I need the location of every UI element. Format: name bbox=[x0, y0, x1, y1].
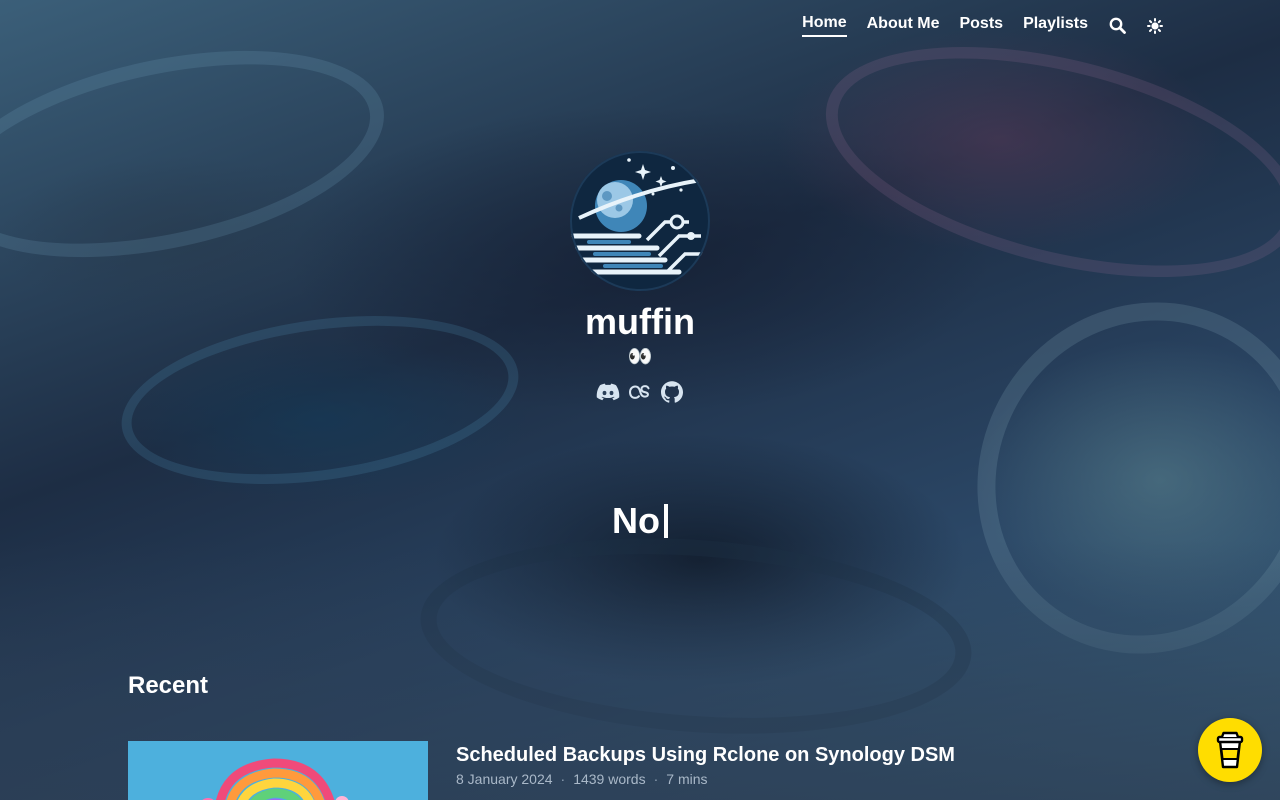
post-card[interactable]: Scheduled Backups Using Rclone on Synolo… bbox=[128, 741, 1152, 800]
nav-posts[interactable]: Posts bbox=[959, 15, 1003, 36]
social-links bbox=[0, 380, 1280, 404]
typed-text: No bbox=[612, 500, 660, 541]
meta-separator: · bbox=[653, 771, 659, 787]
nav-about-me[interactable]: About Me bbox=[867, 15, 940, 36]
profile-section: muffin 👀 bbox=[0, 150, 1280, 404]
recent-heading: Recent bbox=[128, 672, 209, 699]
post-read-time: 7 mins bbox=[666, 771, 708, 787]
theme-toggle-icon[interactable] bbox=[1146, 17, 1164, 35]
site-name: muffin bbox=[585, 301, 695, 342]
post-meta: 8 January 2024 · 1439 words · 7 mins bbox=[456, 771, 708, 787]
nav-playlists[interactable]: Playlists bbox=[1023, 15, 1088, 36]
meta-separator: · bbox=[560, 771, 566, 787]
typed-hero-text: No bbox=[0, 498, 1280, 544]
typing-cursor bbox=[664, 504, 668, 538]
discord-icon[interactable] bbox=[596, 380, 620, 404]
github-icon[interactable] bbox=[660, 380, 684, 404]
buy-me-a-coffee-button[interactable] bbox=[1198, 718, 1262, 782]
post-title[interactable]: Scheduled Backups Using Rclone on Synolo… bbox=[456, 743, 955, 767]
post-thumbnail[interactable] bbox=[128, 741, 428, 800]
coffee-cup-icon bbox=[1216, 731, 1244, 769]
page: Home About Me Posts Playlists muffin 👀 N… bbox=[0, 0, 1280, 800]
search-icon[interactable] bbox=[1108, 17, 1126, 35]
post-date: 8 January 2024 bbox=[456, 771, 553, 787]
nav-home[interactable]: Home bbox=[802, 14, 847, 37]
tagline: 👀 bbox=[627, 346, 653, 368]
top-nav: Home About Me Posts Playlists bbox=[802, 14, 1164, 37]
post-word-count: 1439 words bbox=[573, 771, 646, 787]
avatar bbox=[570, 151, 710, 291]
lastfm-icon[interactable] bbox=[628, 380, 652, 404]
post-thumbnail-illustration bbox=[128, 741, 428, 800]
